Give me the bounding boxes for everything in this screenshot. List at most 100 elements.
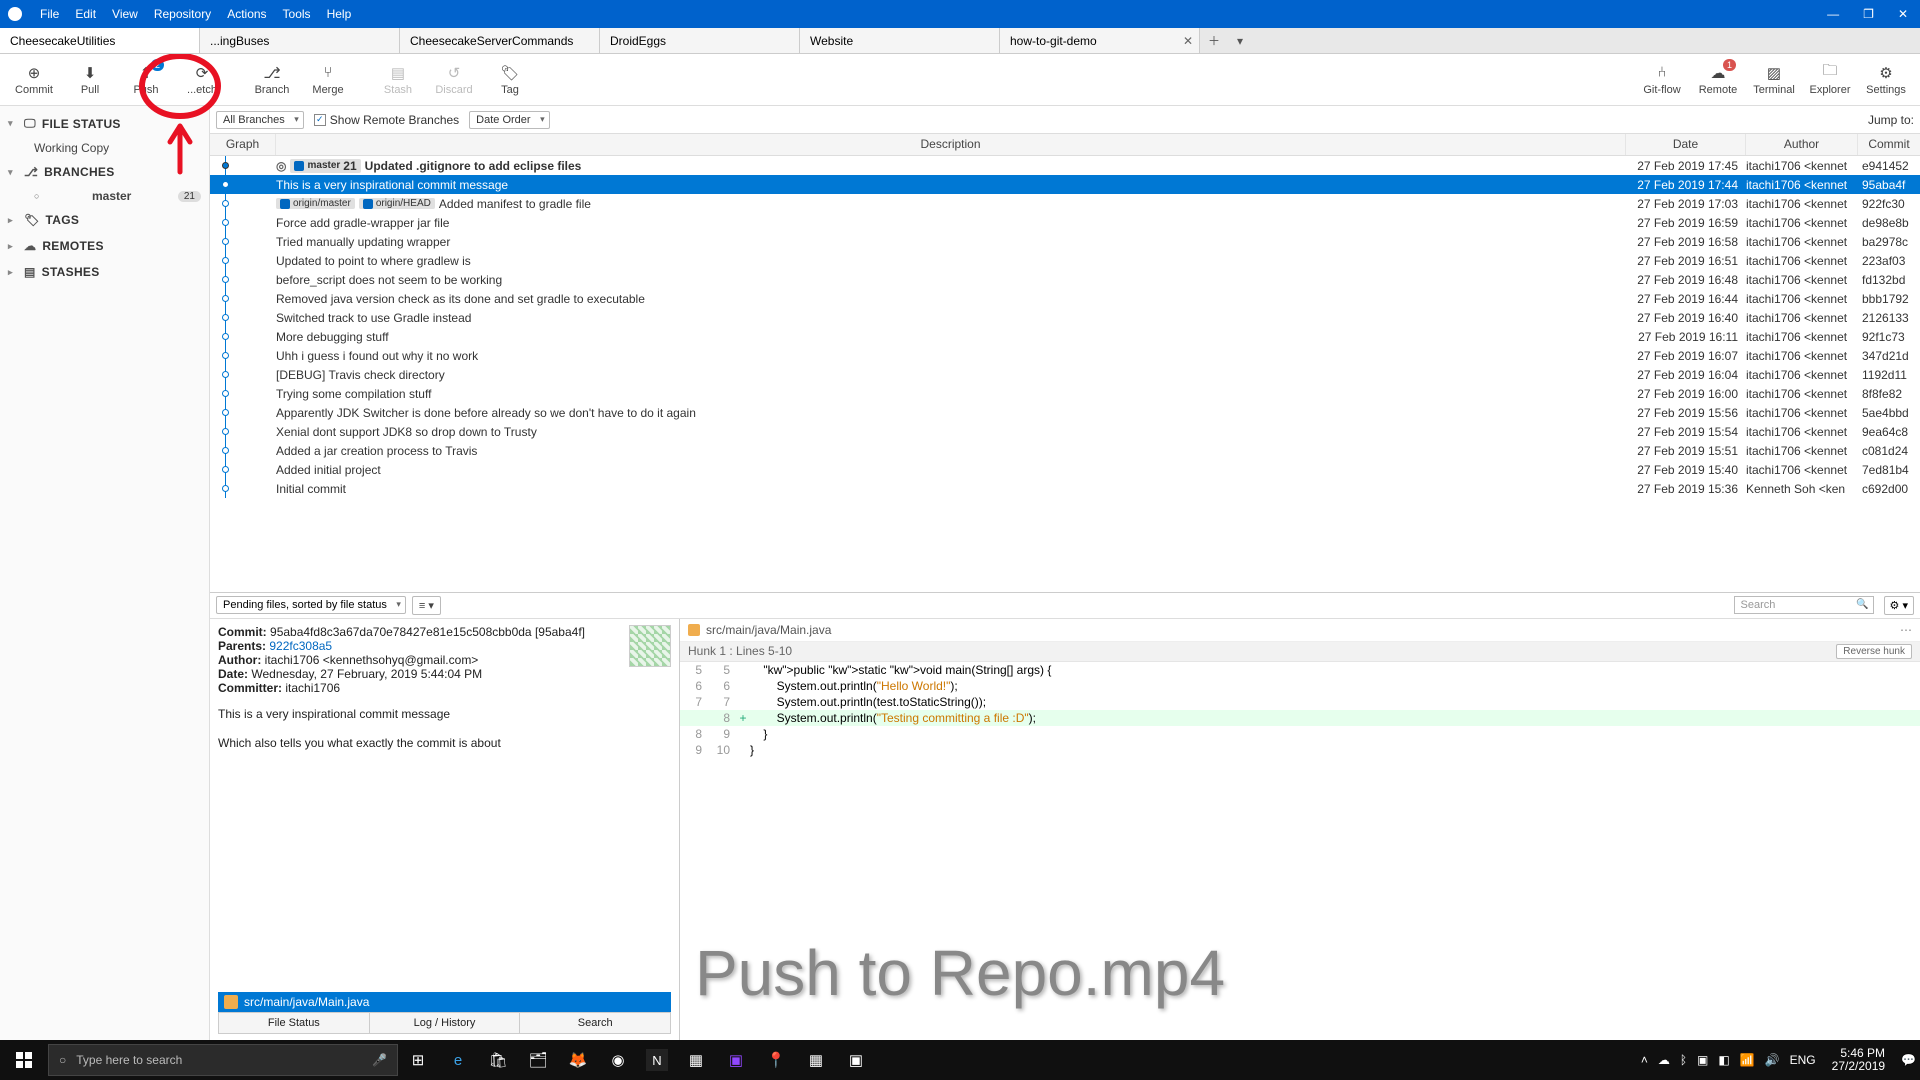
menu-file[interactable]: File	[32, 7, 67, 21]
reverse-hunk-button[interactable]: Reverse hunk	[1836, 644, 1912, 659]
fetch-button[interactable]: ⟳...etch	[174, 55, 230, 105]
menu-tools[interactable]: Tools	[275, 7, 319, 21]
app-icon-2[interactable]: ▦	[804, 1048, 828, 1072]
file-search-input[interactable]: Search	[1734, 596, 1874, 614]
tab-how-to-git-demo[interactable]: how-to-git-demo✕	[1000, 28, 1200, 53]
app-icon[interactable]: 📍	[764, 1048, 788, 1072]
pending-files-select[interactable]: Pending files, sorted by file status	[216, 596, 406, 614]
col-author[interactable]: Author	[1746, 134, 1858, 155]
tab-droideggs[interactable]: DroidEggs	[600, 28, 800, 53]
diff-line[interactable]: 66 System.out.println("Hello World!");	[680, 678, 1920, 694]
commit-row[interactable]: ◎master 21Updated .gitignore to add ecli…	[210, 156, 1920, 175]
firefox-icon[interactable]: 🦊	[566, 1048, 590, 1072]
tab-cheesecakeutilities[interactable]: CheesecakeUtilities	[0, 28, 200, 53]
onedrive-icon[interactable]: ☁	[1658, 1053, 1670, 1067]
commit-row[interactable]: [DEBUG] Travis check directory27 Feb 201…	[210, 365, 1920, 384]
task-view-icon[interactable]: ⊞	[406, 1048, 430, 1072]
bluetooth-icon[interactable]: ᛒ	[1680, 1053, 1687, 1067]
menu-edit[interactable]: Edit	[67, 7, 104, 21]
tray-icon-2[interactable]: ◧	[1718, 1053, 1729, 1067]
commit-row[interactable]: Uhh i guess i found out why it no work27…	[210, 346, 1920, 365]
commit-row[interactable]: Added a jar creation process to Travis27…	[210, 441, 1920, 460]
diff-line[interactable]: 77 System.out.println(test.toStaticStrin…	[680, 694, 1920, 710]
tray-icon[interactable]: ▣	[1697, 1053, 1708, 1067]
commit-row[interactable]: Trying some compilation stuff27 Feb 2019…	[210, 384, 1920, 403]
diff-line[interactable]: 8+ System.out.println("Testing committin…	[680, 710, 1920, 726]
col-description[interactable]: Description	[276, 134, 1626, 155]
tab-cheesecakeservercommands[interactable]: CheesecakeServerCommands	[400, 28, 600, 53]
commit-row[interactable]: Xenial dont support JDK8 so drop down to…	[210, 422, 1920, 441]
commit-row[interactable]: Updated to point to where gradlew is27 F…	[210, 251, 1920, 270]
commit-button[interactable]: ⊕Commit	[6, 55, 62, 105]
minecraft-icon[interactable]: ▦	[684, 1048, 708, 1072]
commit-row[interactable]: Apparently JDK Switcher is done before a…	[210, 403, 1920, 422]
commit-row[interactable]: before_script does not seem to be workin…	[210, 270, 1920, 289]
lang-indicator[interactable]: ENG	[1790, 1053, 1816, 1067]
mic-icon[interactable]: 🎤	[372, 1053, 387, 1067]
diff-more-icon[interactable]: ⋯	[1900, 623, 1912, 637]
commit-row[interactable]: Added initial project27 Feb 2019 15:40it…	[210, 460, 1920, 479]
close-icon[interactable]: ✕	[1898, 7, 1908, 21]
show-remote-checkbox[interactable]: ✓Show Remote Branches	[314, 113, 459, 127]
app-icon-3[interactable]: ▣	[844, 1048, 868, 1072]
menu-view[interactable]: View	[104, 7, 146, 21]
tab-close-icon[interactable]: ✕	[1183, 34, 1193, 48]
tab-add-button[interactable]: ＋	[1200, 28, 1228, 53]
view-mode-button[interactable]: ≡ ▾	[412, 596, 441, 615]
remote-button[interactable]: ☁1Remote	[1690, 55, 1746, 105]
sidebar-remotes[interactable]: ▸☁REMOTES	[0, 233, 209, 259]
commit-row[interactable]: Initial commit27 Feb 2019 15:36Kenneth S…	[210, 479, 1920, 498]
tab-search[interactable]: Search	[520, 1013, 671, 1034]
menu-help[interactable]: Help	[319, 7, 360, 21]
sidebar-branch-master[interactable]: master21	[0, 185, 209, 207]
stash-button[interactable]: ▤Stash	[370, 55, 426, 105]
commit-row[interactable]: This is a very inspirational commit mess…	[210, 175, 1920, 194]
date-order-select[interactable]: Date Order	[469, 111, 549, 129]
tab-file-status[interactable]: File Status	[218, 1013, 370, 1034]
menu-repository[interactable]: Repository	[146, 7, 219, 21]
commit-list[interactable]: ◎master 21Updated .gitignore to add ecli…	[210, 156, 1920, 592]
pull-button[interactable]: ⬇Pull	[62, 55, 118, 105]
store-icon[interactable]: 🛍	[486, 1048, 510, 1072]
explorer-icon[interactable]: 🗂	[526, 1048, 550, 1072]
sidebar-filestatus[interactable]: ▾🖵FILE STATUS	[0, 110, 209, 137]
diff-file-header[interactable]: src/main/java/Main.java⋯	[680, 619, 1920, 642]
push-button[interactable]: ⬆2Push	[118, 55, 174, 105]
sidebar-working-copy[interactable]: Working Copy	[0, 137, 209, 159]
discard-button[interactable]: ↺Discard	[426, 55, 482, 105]
menu-actions[interactable]: Actions	[219, 7, 274, 21]
taskbar-search[interactable]: ○Type here to search🎤	[48, 1044, 398, 1076]
wifi-icon[interactable]: 📶	[1740, 1053, 1755, 1067]
settings-button[interactable]: ⚙Settings	[1858, 55, 1914, 105]
diff-code[interactable]: 55 "kw">public "kw">static "kw">void mai…	[680, 662, 1920, 758]
terminal-button[interactable]: ▨Terminal	[1746, 55, 1802, 105]
changed-file-row[interactable]: src/main/java/Main.java	[218, 992, 671, 1012]
diff-settings-button[interactable]: ⚙ ▾	[1884, 596, 1914, 615]
diff-line[interactable]: 910}	[680, 742, 1920, 758]
commit-row[interactable]: More debugging stuff27 Feb 2019 16:11ita…	[210, 327, 1920, 346]
tab-more-icon[interactable]: ▾	[1228, 28, 1252, 53]
sidebar-tags[interactable]: ▸🏷TAGS	[0, 207, 209, 233]
chrome-icon[interactable]: ◉	[606, 1048, 630, 1072]
tab-singbuses[interactable]: ...ingBuses	[200, 28, 400, 53]
gitflow-button[interactable]: ⑃Git-flow	[1634, 55, 1690, 105]
commit-row[interactable]: Tried manually updating wrapper27 Feb 20…	[210, 232, 1920, 251]
diff-line[interactable]: 89 }	[680, 726, 1920, 742]
sidebar-stashes[interactable]: ▸▤STASHES	[0, 259, 209, 285]
notion-icon[interactable]: N	[646, 1049, 668, 1071]
branch-button[interactable]: ⎇Branch	[244, 55, 300, 105]
volume-icon[interactable]: 🔊	[1765, 1053, 1780, 1067]
tag-button[interactable]: 🏷Tag	[482, 55, 538, 105]
minimize-icon[interactable]: —	[1827, 7, 1839, 21]
notifications-icon[interactable]: 💬	[1901, 1053, 1916, 1067]
diff-line[interactable]: 55 "kw">public "kw">static "kw">void mai…	[680, 662, 1920, 678]
start-button[interactable]	[0, 1040, 48, 1080]
tab-log-history[interactable]: Log / History	[370, 1013, 521, 1034]
commit-row[interactable]: Force add gradle-wrapper jar file27 Feb …	[210, 213, 1920, 232]
col-commit[interactable]: Commit	[1858, 134, 1920, 155]
col-graph[interactable]: Graph	[210, 134, 276, 155]
parent-link[interactable]: 922fc308a5	[269, 639, 332, 653]
edge-icon[interactable]: e	[446, 1048, 470, 1072]
taskbar-clock[interactable]: 5:46 PM27/2/2019	[1826, 1047, 1891, 1073]
tray-chevron-icon[interactable]: ˄	[1641, 1053, 1648, 1067]
